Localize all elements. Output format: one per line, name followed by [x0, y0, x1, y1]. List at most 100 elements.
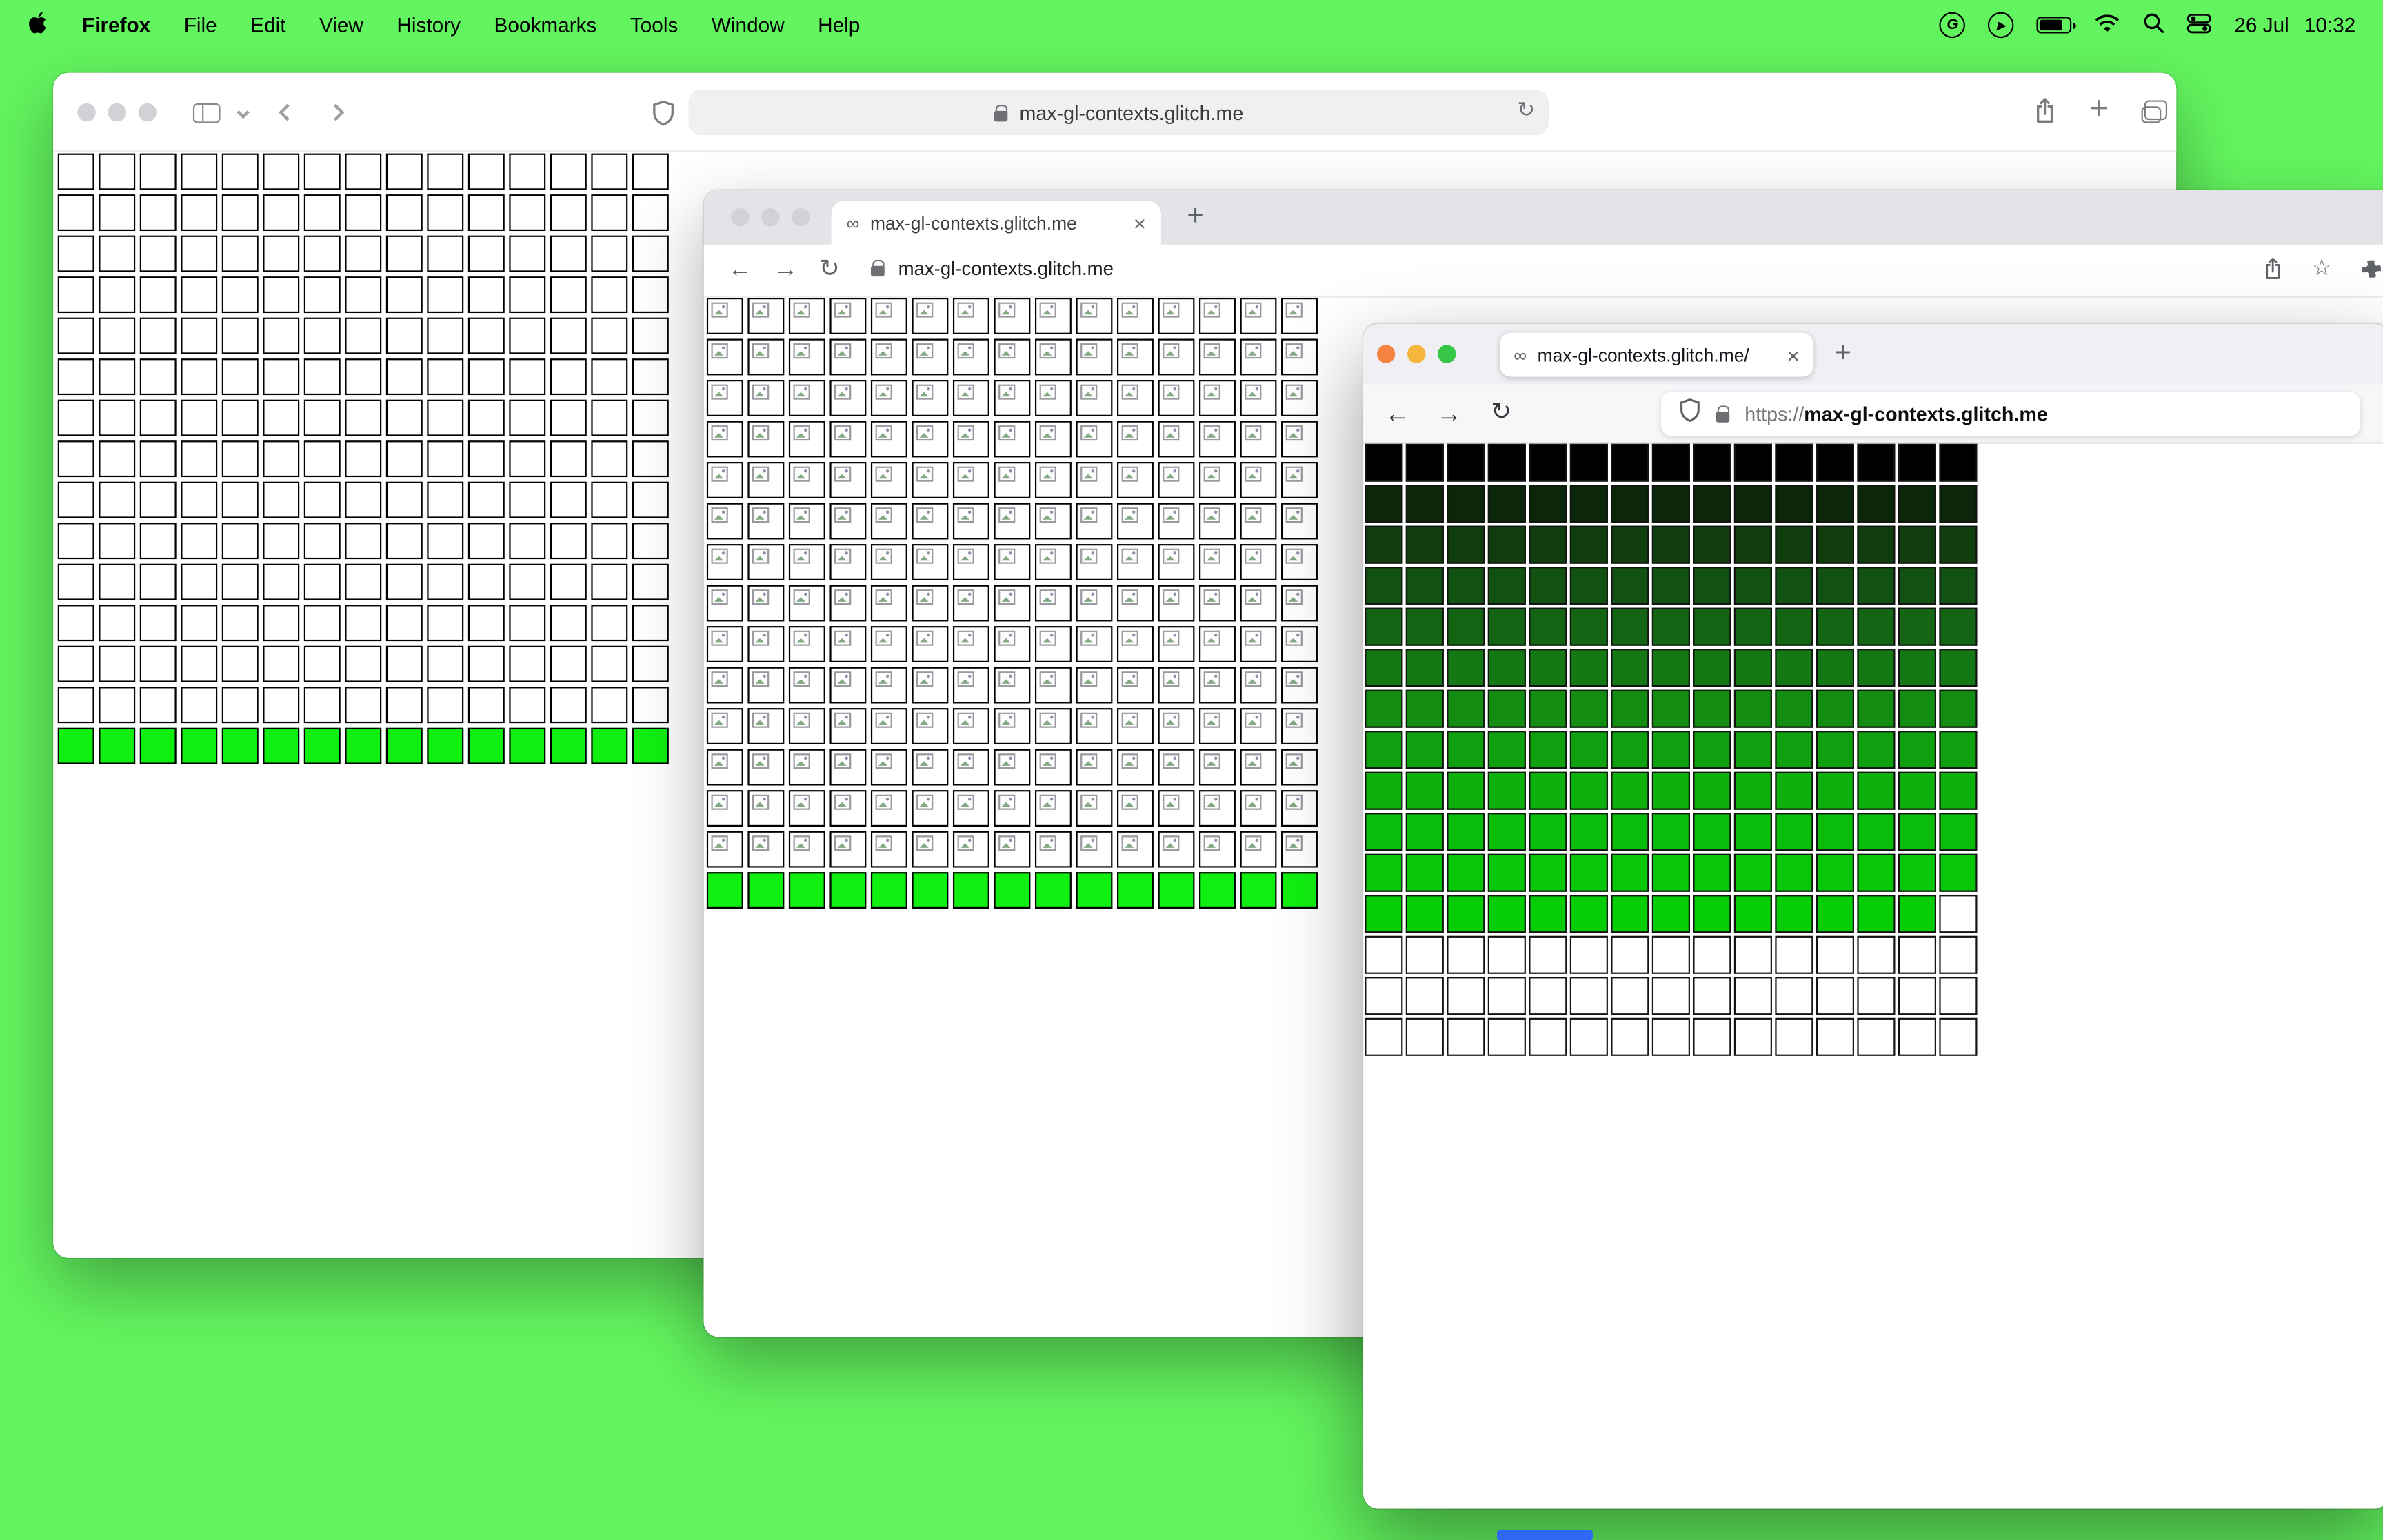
back-button[interactable] — [279, 103, 296, 121]
grid-cell — [99, 481, 136, 518]
broken-image-icon — [1285, 671, 1303, 687]
address-bar[interactable]: max-gl-contexts.glitch.me — [898, 259, 1114, 280]
zoom-window-button[interactable] — [138, 103, 157, 122]
grid-cell — [1281, 790, 1318, 827]
broken-image-icon — [834, 384, 852, 400]
close-window-button[interactable] — [731, 207, 750, 227]
menu-history[interactable]: History — [396, 14, 461, 37]
broken-image-icon — [752, 794, 770, 810]
bookmark-star-icon[interactable]: ☆ — [2311, 256, 2332, 279]
grid-cell — [1405, 567, 1444, 605]
tracking-shield-icon[interactable] — [1680, 398, 1701, 429]
grid-cell — [57, 194, 94, 232]
broken-image-icon — [957, 384, 974, 400]
grid-cell — [1898, 689, 1936, 728]
broken-image-icon — [1245, 794, 1262, 810]
new-tab-button[interactable]: + — [2090, 92, 2109, 124]
grid-cell — [263, 358, 300, 396]
address-bar[interactable]: max-gl-contexts.glitch.me ↻ — [688, 90, 1549, 136]
grid-cell — [1775, 895, 1813, 933]
menu-tools[interactable]: Tools — [630, 14, 678, 37]
grid-cell — [1569, 485, 1608, 523]
grid-cell — [912, 626, 949, 662]
broken-image-icon — [834, 835, 852, 851]
grid-cell — [870, 462, 907, 498]
extensions-puzzle-icon[interactable] — [2360, 259, 2383, 289]
address-bar[interactable]: https://max-gl-contexts.glitch.me — [1661, 392, 2360, 436]
menu-window[interactable]: Window — [712, 14, 785, 37]
tab-close-icon[interactable]: × — [1134, 212, 1146, 233]
menu-file[interactable]: File — [184, 14, 217, 37]
zoom-window-button[interactable] — [1438, 345, 1456, 363]
active-app-name[interactable]: Firefox — [82, 14, 150, 37]
privacy-shield-icon[interactable] — [652, 100, 675, 133]
sidebar-toggle-icon[interactable] — [192, 103, 221, 123]
reload-icon[interactable]: ↻ — [819, 258, 840, 283]
tab-overview-icon[interactable] — [2141, 100, 2168, 123]
grid-cell — [952, 708, 989, 744]
reload-icon[interactable]: ↻ — [1491, 401, 1511, 425]
grid-cell — [221, 687, 259, 724]
play-status-icon[interactable]: ▶ — [1988, 12, 2014, 39]
grid-cell — [427, 235, 464, 272]
url-text: https://max-gl-contexts.glitch.me — [1744, 403, 2048, 425]
forward-button[interactable]: → — [774, 258, 798, 283]
menu-help[interactable]: Help — [818, 14, 860, 37]
broken-image-icon — [1121, 671, 1138, 687]
close-window-button[interactable] — [1376, 345, 1396, 363]
tab-title: max-gl-contexts.glitch.me — [869, 212, 1077, 234]
grid-cell — [509, 605, 546, 642]
grid-cell — [1116, 667, 1154, 704]
back-button[interactable]: ← — [1385, 401, 1410, 427]
zoom-window-button[interactable] — [792, 207, 810, 227]
broken-image-icon — [1245, 466, 1262, 482]
grid-cell — [747, 585, 785, 622]
browser-tab[interactable]: ∞ max-gl-contexts.glitch.me/ × — [1500, 332, 1813, 377]
battery-icon[interactable] — [2036, 17, 2077, 34]
forward-button[interactable] — [327, 103, 345, 121]
broken-image-icon — [752, 384, 770, 400]
menu-view[interactable]: View — [319, 14, 363, 37]
share-icon[interactable] — [2033, 97, 2056, 132]
grid-cell — [1651, 853, 1690, 892]
wifi-icon[interactable] — [2095, 13, 2120, 37]
close-window-button[interactable] — [77, 103, 96, 122]
grid-cell — [385, 440, 423, 478]
new-tab-button[interactable]: + — [1834, 339, 1851, 368]
forward-button[interactable]: → — [1436, 401, 1462, 427]
grid-cell — [181, 153, 218, 190]
grid-cell — [1034, 421, 1072, 458]
grid-cell — [1034, 749, 1072, 786]
grid-cell — [1775, 567, 1813, 605]
grid-cell — [1775, 771, 1813, 810]
broken-image-icon — [916, 712, 934, 728]
grid-cell — [747, 626, 785, 662]
grid-cell — [57, 153, 94, 190]
grid-cell — [1611, 443, 1649, 482]
grid-cell — [1693, 567, 1731, 605]
new-tab-button[interactable]: + — [1187, 202, 1203, 231]
share-icon[interactable] — [2263, 256, 2283, 288]
broken-image-icon — [1285, 384, 1303, 400]
broken-image-icon — [1245, 548, 1262, 564]
menu-edit[interactable]: Edit — [250, 14, 285, 37]
tab-close-icon[interactable]: × — [1787, 344, 1800, 365]
grid-cell — [139, 563, 177, 600]
grid-cell — [952, 544, 989, 580]
menu-bar-clock[interactable]: 26 Jul 10:32 — [2234, 14, 2355, 37]
control-center-icon[interactable] — [2187, 12, 2212, 37]
google-status-icon[interactable]: G — [1939, 12, 1966, 39]
minimize-window-button[interactable] — [761, 207, 780, 227]
reload-icon[interactable]: ↻ — [1517, 97, 1535, 123]
grid-cell — [99, 440, 136, 478]
browser-tab[interactable]: ∞ max-gl-contexts.glitch.me × — [831, 200, 1161, 245]
minimize-window-button[interactable] — [1407, 345, 1426, 363]
back-button[interactable]: ← — [728, 258, 752, 283]
broken-image-icon — [1121, 343, 1138, 359]
minimize-window-button[interactable] — [108, 103, 126, 122]
spotlight-search-icon[interactable] — [2143, 12, 2164, 38]
apple-menu-icon[interactable] — [28, 10, 49, 39]
menu-bookmarks[interactable]: Bookmarks — [494, 14, 597, 37]
broken-image-icon — [752, 302, 770, 318]
chevron-down-icon[interactable] — [237, 105, 250, 119]
